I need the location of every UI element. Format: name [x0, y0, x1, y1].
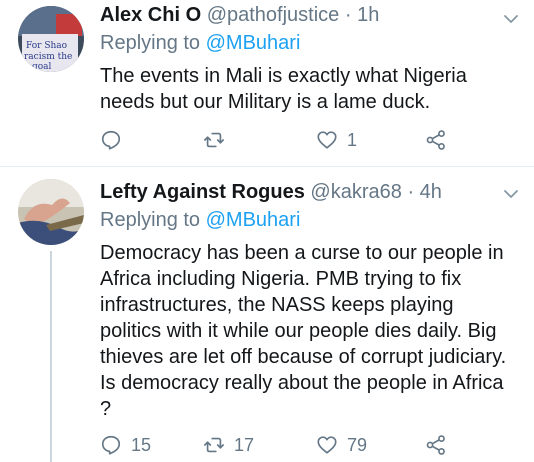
timestamp[interactable]: 4h [420, 181, 442, 203]
tweet-text: The events in Mali is exactly what Niger… [100, 65, 467, 113]
reply-icon [101, 435, 121, 455]
like-count: 79 [347, 434, 368, 455]
like-icon [317, 436, 337, 454]
retweet-icon [204, 132, 224, 148]
display-name[interactable]: Lefty Against Rogues [100, 181, 305, 203]
share-button[interactable] [425, 430, 447, 460]
reply-button[interactable] [100, 125, 131, 155]
share-icon [426, 130, 445, 150]
tweet[interactable]: For Shao racism the goal Alex Chi O @pat… [0, 0, 534, 166]
like-button[interactable]: 79 [316, 430, 367, 460]
retweet-button[interactable] [203, 125, 234, 155]
tweet-actions: 15 17 79 [0, 430, 534, 460]
svg-text:goal: goal [32, 62, 52, 72]
retweet-button[interactable]: 17 [203, 430, 254, 460]
mention-link[interactable]: @MBuhari [206, 209, 301, 231]
replying-to-label: Replying to [100, 209, 201, 231]
share-button[interactable] [425, 125, 447, 155]
tweet-header: Lefty Against Rogues @kakra68 · 4h [100, 181, 442, 204]
svg-text:racism the: racism the [24, 52, 72, 62]
chevron-down-icon[interactable] [502, 10, 520, 28]
like-button[interactable]: 1 [316, 125, 357, 155]
mention-link[interactable]: @MBuhari [206, 32, 301, 54]
replying-to: Replying to @MBuhari [100, 32, 300, 55]
tweet-header: Alex Chi O @pathofjustice · 1h [100, 4, 379, 27]
replying-to: Replying to @MBuhari [100, 209, 300, 232]
retweet-count: 17 [234, 434, 255, 455]
user-handle[interactable]: @kakra68 [310, 181, 401, 203]
display-name[interactable]: Alex Chi O [100, 4, 201, 26]
like-icon [317, 131, 337, 149]
tweet-text: Democracy has been a curse to our people… [100, 242, 507, 420]
separator: · [344, 4, 352, 26]
reply-button[interactable]: 15 [100, 430, 151, 460]
user-handle[interactable]: @pathofjustice [207, 4, 340, 26]
replying-to-label: Replying to [100, 32, 201, 54]
timestamp[interactable]: 1h [357, 4, 379, 26]
like-count: 1 [347, 129, 358, 150]
tweet[interactable]: Lefty Against Rogues @kakra68 · 4h Reply… [0, 167, 534, 462]
separator: · [407, 181, 415, 203]
avatar[interactable]: For Shao racism the goal [18, 6, 84, 72]
reply-icon [101, 130, 121, 150]
tweet-actions: 1 [0, 125, 534, 155]
svg-text:For Shao: For Shao [26, 41, 67, 51]
retweet-icon [204, 437, 224, 453]
avatar[interactable] [18, 179, 84, 245]
share-icon [426, 435, 445, 455]
reply-count: 15 [131, 434, 152, 455]
chevron-down-icon[interactable] [502, 185, 520, 203]
